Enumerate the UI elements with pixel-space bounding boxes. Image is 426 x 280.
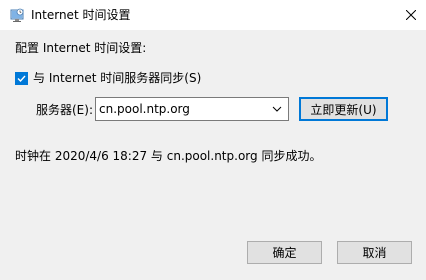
config-label: 配置 Internet 时间设置: <box>15 41 147 55</box>
sync-option[interactable]: 与 Internet 时间服务器同步(S) <box>15 70 201 86</box>
window-title: Internet 时间设置 <box>31 8 131 22</box>
close-button[interactable] <box>396 0 426 30</box>
checkmark-icon <box>17 75 26 82</box>
dialog-content: 配置 Internet 时间设置: 与 Internet 时间服务器同步(S) … <box>0 30 426 280</box>
update-now-button[interactable]: 立即更新(U) <box>299 97 388 121</box>
server-value[interactable]: cn.pool.ntp.org <box>99 101 190 117</box>
sync-status-text: 时钟在 2020/4/6 18:27 与 cn.pool.ntp.org 同步成… <box>15 149 322 163</box>
cancel-button[interactable]: 取消 <box>337 241 412 264</box>
internet-time-dialog: Internet 时间设置 配置 Internet 时间设置: 与 Intern… <box>0 0 426 280</box>
chevron-down-icon[interactable] <box>272 105 282 113</box>
sync-checkbox[interactable] <box>15 71 28 85</box>
title-bar: Internet 时间设置 <box>0 0 426 30</box>
server-label: 服务器(E): <box>36 103 93 117</box>
close-icon <box>406 10 416 20</box>
server-dropdown[interactable]: cn.pool.ntp.org <box>95 97 289 121</box>
ok-button[interactable]: 确定 <box>247 241 322 264</box>
sync-label[interactable]: 与 Internet 时间服务器同步(S) <box>33 70 201 86</box>
clock-globe-icon <box>10 8 24 22</box>
